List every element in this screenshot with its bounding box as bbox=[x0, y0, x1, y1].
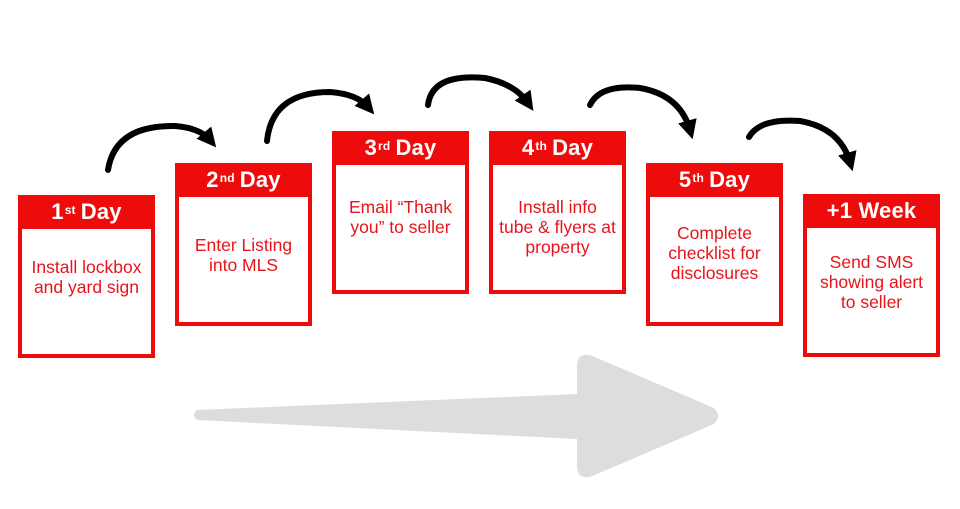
step-day-4: 4th Day Install info tube & flyers at pro… bbox=[489, 131, 626, 294]
ordinal-suffix: st bbox=[64, 203, 76, 217]
step-unit: Day bbox=[709, 167, 751, 192]
step-week-1: +1 Week Send SMS showing alert to seller bbox=[803, 194, 940, 357]
step-number: 1 bbox=[51, 199, 64, 224]
step-header: 1st Day bbox=[18, 195, 155, 229]
curved-arrow-icon bbox=[587, 84, 697, 140]
step-day-5: 5th Day Complete checklist for disclosure… bbox=[646, 163, 783, 326]
step-description: Install lockbox and yard sign bbox=[31, 257, 142, 297]
step-unit: Day bbox=[80, 199, 122, 224]
step-header: 3rd Day bbox=[332, 131, 469, 165]
ordinal-suffix: nd bbox=[219, 171, 235, 185]
ordinal-suffix: rd bbox=[378, 139, 391, 153]
ordinal-suffix: th bbox=[535, 139, 548, 153]
step-number: 2 bbox=[206, 167, 219, 192]
curved-arrow-icon bbox=[746, 117, 857, 172]
step-header: 4th Day bbox=[489, 131, 626, 165]
step-number: +1 Week bbox=[826, 198, 917, 223]
step-unit: Day bbox=[552, 135, 594, 160]
step-header: 5th Day bbox=[646, 163, 783, 197]
step-day-3: 3rd Day Email “Thank you” to seller bbox=[332, 131, 469, 294]
step-description: Email “Thank you” to seller bbox=[348, 197, 453, 237]
step-unit: Day bbox=[239, 167, 281, 192]
step-day-2: 2nd Day Enter Listing into MLS bbox=[175, 163, 312, 326]
step-header: 2nd Day bbox=[175, 163, 312, 197]
step-description: Complete checklist for disclosures bbox=[668, 223, 761, 283]
step-header: +1 Week bbox=[803, 194, 940, 228]
ordinal-suffix: th bbox=[692, 171, 705, 185]
step-description: Send SMS showing alert to seller bbox=[819, 252, 924, 312]
step-unit: Day bbox=[395, 135, 437, 160]
step-number: 4 bbox=[521, 135, 535, 160]
step-description: Install info tube & flyers at property bbox=[499, 197, 616, 257]
step-description: Enter Listing into MLS bbox=[194, 235, 293, 275]
curved-arrow-icon bbox=[425, 74, 534, 111]
step-number: 5 bbox=[678, 167, 692, 192]
step-day-1: 1st Day Install lockbox and yard sign bbox=[18, 195, 155, 358]
step-number: 3 bbox=[364, 135, 378, 160]
